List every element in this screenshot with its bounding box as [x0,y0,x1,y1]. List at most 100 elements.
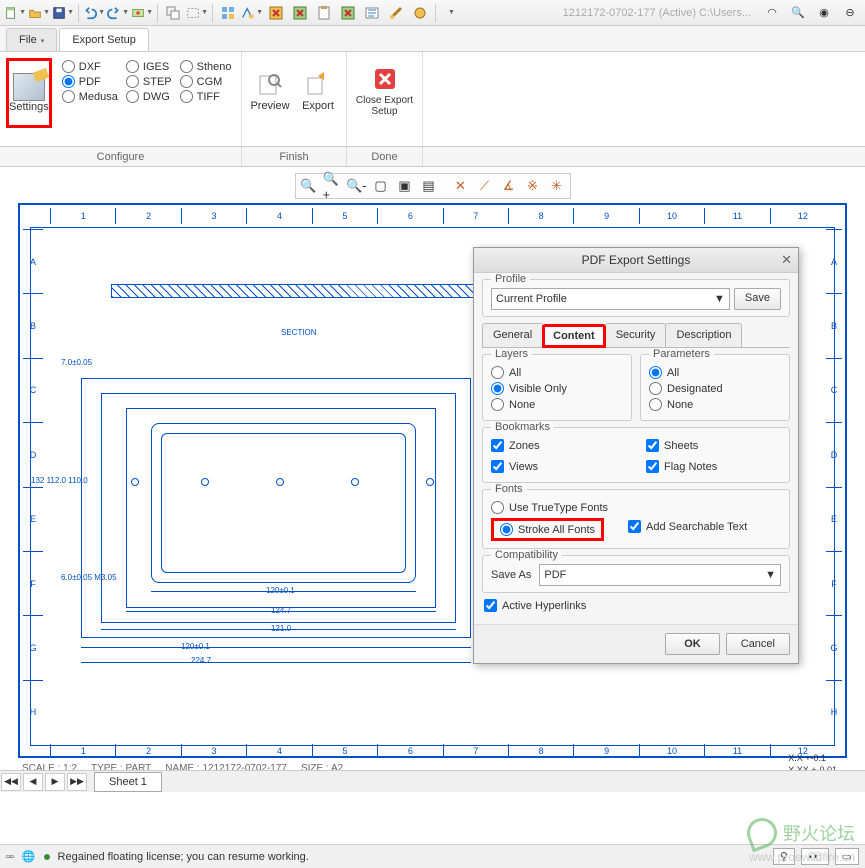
format-tiff[interactable]: TIFF [180,90,232,103]
format-step[interactable]: STEP [126,75,172,88]
preview-button[interactable]: Preview [246,56,294,126]
tb-icon-x3[interactable] [337,3,359,23]
hole-icon [426,478,434,486]
format-options: DXF IGES Stheno PDF STEP CGM Medusa DWG … [54,56,240,107]
hole-icon [131,478,139,486]
regen-icon[interactable]: ▼ [131,3,153,23]
bm-sheets[interactable]: Sheets [646,439,781,452]
save-icon[interactable]: ▼ [52,3,74,23]
tb-icon-b[interactable]: ▼ [241,3,263,23]
datum-axis-icon[interactable]: ⟋ [474,176,496,196]
close-icon[interactable]: ✕ [781,252,792,268]
tab-description[interactable]: Description [665,323,742,347]
layers-all[interactable]: All [491,366,623,379]
dialog-title-bar[interactable]: PDF Export Settings ✕ [474,248,798,273]
tb-more-icon[interactable]: ▼ [440,3,462,23]
search-help-icon[interactable]: 🔍 [787,3,809,23]
saveas-label: Save As [491,569,531,581]
sheet-last-icon[interactable]: ▶▶ [67,773,87,791]
ribbon-section-labels: Configure Finish Done [0,147,865,167]
tab-general[interactable]: General [482,323,543,347]
bm-flag[interactable]: Flag Notes [646,460,781,473]
compatibility-fieldset: Compatibility Save As PDF▼ [482,555,790,593]
params-designated[interactable]: Designated [649,382,781,395]
profile-select[interactable]: Current Profile▼ [491,288,730,310]
fonts-truetype[interactable]: Use TrueType Fonts [491,501,608,514]
tb-icon-a[interactable] [217,3,239,23]
datum-csys-icon[interactable]: ※ [522,176,544,196]
datum-plane-icon[interactable]: ✕ [450,176,472,196]
zoom-fit-icon[interactable]: 🔍 [298,176,320,196]
active-hyperlinks[interactable]: Active Hyperlinks [484,599,788,612]
rect-5 [161,433,406,573]
watermark-logo-icon [743,814,781,852]
bm-views[interactable]: Views [491,460,626,473]
redo-icon[interactable]: ▼ [107,3,129,23]
dialog-tabs: General Content Security Description [482,323,790,348]
sheet-tab[interactable]: Sheet 1 [94,772,162,792]
tb-icon-d[interactable] [361,3,383,23]
bm-zones[interactable]: Zones [491,439,626,452]
layers-none[interactable]: None [491,398,623,411]
tb-icon-f[interactable] [409,3,431,23]
ok-button[interactable]: OK [665,633,720,655]
windows-icon[interactable] [162,3,184,23]
format-pdf[interactable]: PDF [62,75,118,88]
settings-gear-icon[interactable]: ◉ [813,3,835,23]
ribbon-min-icon[interactable]: ◠ [761,3,783,23]
close-win-icon[interactable]: ▼ [186,3,208,23]
format-stheno[interactable]: Stheno [180,60,232,73]
sheet-first-icon[interactable]: ◀◀ [1,773,21,791]
sheet-prev-icon[interactable]: ◀ [23,773,43,791]
sheet-icon[interactable]: ▣ [394,176,416,196]
tab-export-setup[interactable]: Export Setup [59,28,149,51]
zoom-out-icon[interactable]: 🔍- [346,176,368,196]
params-all[interactable]: All [649,366,781,379]
tb-icon-x1[interactable] [265,3,287,23]
cancel-button[interactable]: Cancel [726,633,790,655]
datum-point-icon[interactable]: ∡ [498,176,520,196]
profile-save-button[interactable]: Save [734,288,781,310]
settings-button[interactable]: Settings [6,58,52,128]
repaint-icon[interactable]: ▢ [370,176,392,196]
fonts-fieldset: Fonts Use TrueType Fonts Stroke All Font… [482,489,790,549]
selection-filter-icon[interactable]: ▫▫ [6,851,14,863]
ruler-top: 123456789101112 [50,208,835,224]
export-button[interactable]: Export [294,56,342,126]
watermark: 野火论坛 [747,818,855,848]
tb-icon-clip[interactable] [313,3,335,23]
format-iges[interactable]: IGES [126,60,172,73]
layer-icon[interactable]: ▤ [418,176,440,196]
tab-content[interactable]: Content [542,324,606,348]
format-dxf[interactable]: DXF [62,60,118,73]
sheet-next-icon[interactable]: ▶ [45,773,65,791]
zoom-in-icon[interactable]: 🔍+ [322,176,344,196]
new-icon[interactable]: ▼ [4,3,26,23]
tb-icon-e[interactable] [385,3,407,23]
quick-access-toolbar: ▼ ▼ ▼ ▼ ▼ ▼ ▼ ▼ ▼ 1212172-0702-177 (Acti… [0,0,865,26]
format-medusa[interactable]: Medusa [62,90,118,103]
undo-icon[interactable]: ▼ [83,3,105,23]
close-export-button[interactable]: Close Export Setup [351,56,418,126]
parameters-fieldset: Parameters All Designated None [640,354,790,421]
format-cgm[interactable]: CGM [180,75,232,88]
layers-visible[interactable]: Visible Only [491,382,623,395]
spin-center-icon[interactable]: ✳ [546,176,568,196]
open-icon[interactable]: ▼ [28,3,50,23]
help-icon[interactable]: ⊖ [839,3,861,23]
tab-file[interactable]: File ▾ [6,28,57,51]
status-indicator-icon [44,854,50,860]
globe-icon[interactable]: 🌐 [22,850,36,863]
tb-icon-x2[interactable] [289,3,311,23]
fonts-searchable[interactable]: Add Searchable Text [628,520,747,533]
status-bar: ▫▫ 🌐 Regained floating license; you can … [0,844,865,868]
saveas-select[interactable]: PDF▼ [539,564,781,586]
ruler-bottom: 123456789101112 [50,744,835,758]
ribbon: Settings DXF IGES Stheno PDF STEP CGM Me… [0,52,865,147]
fonts-stroke[interactable]: Stroke All Fonts [500,523,595,536]
format-dwg[interactable]: DWG [126,90,172,103]
section-label: SECTION [281,328,317,337]
params-none[interactable]: None [649,398,781,411]
tab-security[interactable]: Security [605,323,667,347]
layers-fieldset: Layers All Visible Only None [482,354,632,421]
